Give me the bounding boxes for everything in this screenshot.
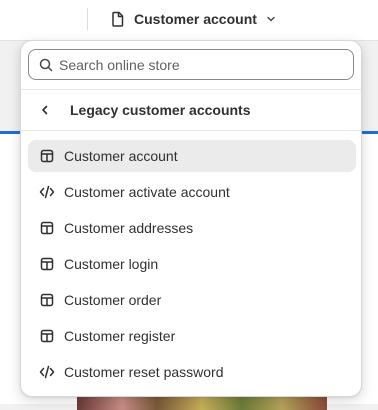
layout-icon [39,328,55,344]
search-input[interactable] [59,56,329,73]
template-item-label: Customer order [64,292,162,308]
chevron-left-icon [38,103,54,117]
template-title: Customer account [134,11,257,27]
topbar-divider [87,8,88,30]
search-icon [39,58,53,72]
editor-topbar: Customer account [0,0,378,41]
layout-icon [39,220,55,236]
template-item-customer-activate-account[interactable]: Customer activate account [28,176,356,208]
section-title: Legacy customer accounts [70,102,251,118]
template-list: Customer account Customer activate accou… [28,140,356,392]
page-icon [110,11,126,27]
template-item-label: Customer account [64,148,178,164]
template-item-customer-reset-password[interactable]: Customer reset password [28,356,356,388]
template-item-label: Customer register [64,328,176,344]
layout-icon [39,148,55,164]
template-item-label: Customer addresses [64,220,194,236]
code-icon [39,364,55,380]
search-field[interactable] [28,49,354,80]
template-picker-button[interactable]: Customer account [110,6,277,32]
separator [21,130,361,131]
chevron-down-icon [265,13,277,25]
template-item-customer-addresses[interactable]: Customer addresses [28,212,356,244]
template-item-label: Customer reset password [64,364,224,380]
template-item-customer-order[interactable]: Customer order [28,284,356,316]
template-item-label: Customer activate account [64,184,230,200]
separator [21,89,361,90]
code-icon [39,184,55,200]
template-item-customer-account[interactable]: Customer account [28,140,356,172]
back-button[interactable]: Legacy customer accounts [28,93,354,127]
template-item-customer-register[interactable]: Customer register [28,320,356,352]
layout-icon [39,292,55,308]
template-item-customer-login[interactable]: Customer login [28,248,356,280]
template-dropdown: Legacy customer accounts Customer accoun… [20,40,362,397]
template-item-label: Customer login [64,256,159,272]
layout-icon [39,256,55,272]
